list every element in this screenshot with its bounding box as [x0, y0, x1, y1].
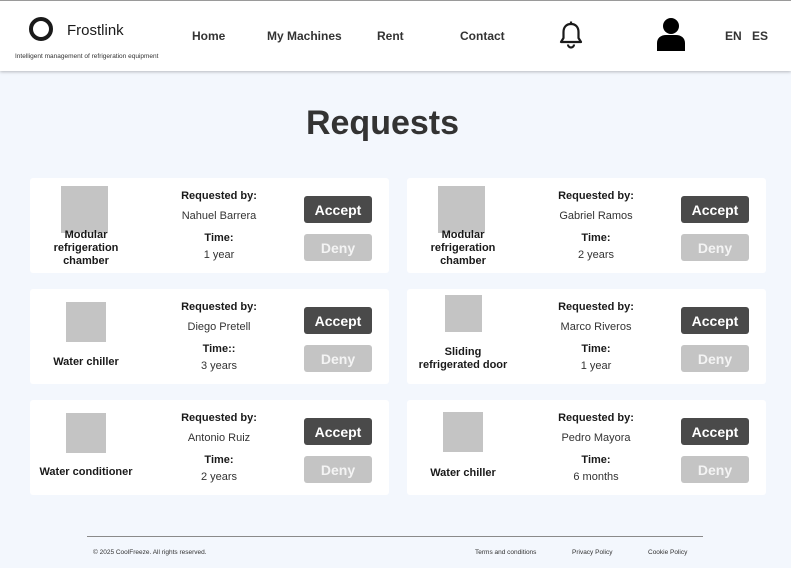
time-label: Time::	[202, 343, 236, 355]
machine-thumbnail	[443, 412, 483, 452]
request-card: Modular refrigeration chamber Requested …	[30, 178, 389, 273]
machine-name: Sliding refrigerated door	[418, 346, 508, 371]
deny-button[interactable]: Deny	[304, 345, 372, 372]
nav-my-machines[interactable]: My Machines	[267, 29, 342, 43]
time-label: Time:	[204, 454, 234, 466]
footer-terms-link[interactable]: Terms and conditions	[475, 549, 536, 556]
footer-copyright: © 2025 CoolFreeze. All rights reserved.	[93, 549, 207, 556]
machine-name: Water chiller	[430, 467, 496, 479]
bell-icon[interactable]	[558, 21, 584, 49]
machine-thumbnail	[438, 186, 485, 233]
duration-value: 1 year	[203, 249, 235, 261]
footer-cookie-link[interactable]: Cookie Policy	[648, 549, 687, 556]
requester-name: Gabriel Ramos	[559, 210, 633, 222]
duration-value: 2 years	[200, 471, 238, 483]
request-card: Water conditioner Requested by: Antonio …	[30, 400, 389, 495]
footer-divider	[87, 536, 703, 537]
brand-name[interactable]: Frostlink	[67, 22, 124, 39]
machine-thumbnail	[61, 186, 108, 233]
user-icon[interactable]	[656, 17, 686, 51]
deny-button[interactable]: Deny	[681, 234, 749, 261]
requested-by-label: Requested by:	[181, 190, 257, 202]
accept-button[interactable]: Accept	[304, 196, 372, 223]
nav-contact[interactable]: Contact	[460, 29, 505, 43]
requester-name: Pedro Mayora	[561, 432, 631, 444]
machine-name: Water conditioner	[39, 466, 133, 478]
machine-thumbnail	[66, 413, 106, 453]
ring-logo-icon[interactable]	[29, 17, 53, 41]
requested-by-label: Requested by:	[181, 301, 257, 313]
nav-home[interactable]: Home	[192, 29, 225, 43]
time-label: Time:	[581, 343, 611, 355]
requester-name: Marco Riveros	[560, 321, 632, 333]
duration-value: 6 months	[573, 471, 619, 483]
time-label: Time:	[204, 232, 234, 244]
lang-en[interactable]: EN	[725, 29, 742, 43]
nav-rent[interactable]: Rent	[377, 29, 404, 43]
deny-button[interactable]: Deny	[681, 345, 749, 372]
duration-value: 2 years	[577, 249, 615, 261]
deny-button[interactable]: Deny	[304, 234, 372, 261]
request-card: Sliding refrigerated door Requested by: …	[407, 289, 766, 384]
requester-name: Antonio Ruiz	[187, 432, 251, 444]
requested-by-label: Requested by:	[558, 190, 634, 202]
machine-name: Modular refrigeration chamber	[53, 229, 119, 267]
machine-name: Modular refrigeration chamber	[430, 229, 496, 267]
header: Frostlink Intelligent management of refr…	[0, 0, 791, 71]
request-card: Modular refrigeration chamber Requested …	[407, 178, 766, 273]
duration-value: 3 years	[200, 360, 238, 372]
deny-button[interactable]: Deny	[304, 456, 372, 483]
deny-button[interactable]: Deny	[681, 456, 749, 483]
requested-by-label: Requested by:	[558, 412, 634, 424]
page-title: Requests	[305, 104, 460, 142]
lang-es[interactable]: ES	[752, 29, 768, 43]
time-label: Time:	[581, 232, 611, 244]
tagline: Intelligent management of refrigeration …	[15, 53, 159, 60]
accept-button[interactable]: Accept	[681, 196, 749, 223]
requester-name: Diego Pretell	[187, 321, 251, 333]
time-label: Time:	[581, 454, 611, 466]
machine-thumbnail	[66, 302, 106, 342]
accept-button[interactable]: Accept	[304, 307, 372, 334]
accept-button[interactable]: Accept	[681, 307, 749, 334]
requested-by-label: Requested by:	[181, 412, 257, 424]
duration-value: 1 year	[580, 360, 612, 372]
requested-by-label: Requested by:	[558, 301, 634, 313]
request-card: Water chiller Requested by: Diego Pretel…	[30, 289, 389, 384]
request-card: Water chiller Requested by: Pedro Mayora…	[407, 400, 766, 495]
footer-privacy-link[interactable]: Privacy Policy	[572, 549, 612, 556]
machine-name: Water chiller	[53, 356, 119, 368]
accept-button[interactable]: Accept	[681, 418, 749, 445]
accept-button[interactable]: Accept	[304, 418, 372, 445]
machine-thumbnail	[445, 295, 482, 332]
requester-name: Nahuel Barrera	[181, 210, 257, 222]
